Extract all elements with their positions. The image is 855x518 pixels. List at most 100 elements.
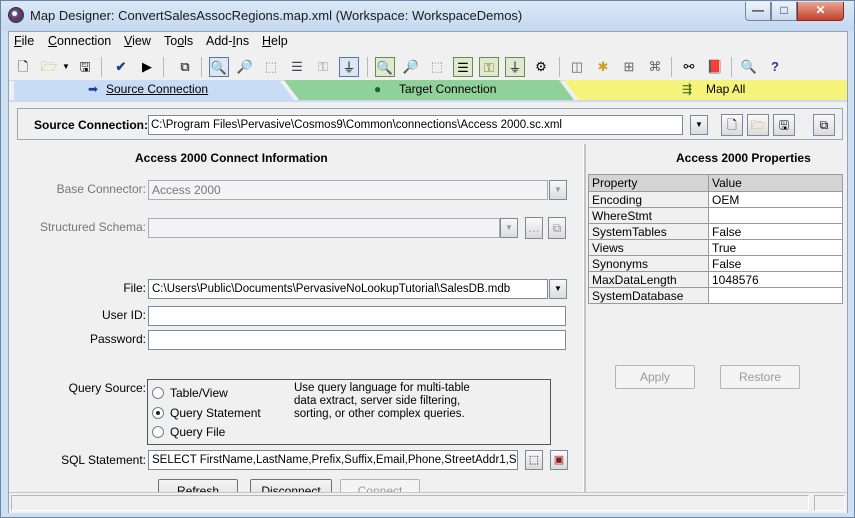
status-bar — [9, 492, 847, 512]
connection-tabs: ➡ Source Connection ● Target Connection … — [9, 80, 847, 100]
structured-schema-browse-button: … — [525, 217, 543, 239]
radio-query-statement[interactable]: Query Statement — [152, 406, 261, 420]
target-query-icon[interactable]: 🔍 — [375, 57, 395, 77]
file-path-field[interactable]: C:\Users\Public\Documents\PervasiveNoLoo… — [148, 279, 548, 299]
base-connector-field: Access 2000 — [148, 180, 548, 200]
dropdown-arrow-icon[interactable]: ▼ — [61, 57, 71, 77]
tab-source-label: Source Connection — [106, 82, 209, 96]
add-map-icon[interactable]: ✱ — [593, 57, 613, 77]
file-path-dropdown[interactable]: ▼ — [549, 279, 567, 299]
status-pane-side — [814, 495, 845, 511]
menu-file[interactable]: File — [14, 34, 34, 48]
book-icon[interactable]: 📕 — [705, 57, 725, 77]
structured-schema-field — [148, 218, 500, 238]
property-value[interactable]: False — [708, 255, 843, 272]
tab-source-connection[interactable]: ➡ Source Connection — [14, 80, 294, 100]
target-fields-icon[interactable]: ☰ — [453, 57, 473, 77]
source-connection-dropdown[interactable]: ▼ — [690, 115, 708, 135]
source-query-icon[interactable]: 🔍 — [209, 57, 229, 77]
property-value[interactable]: False — [708, 223, 843, 240]
sql-statement-field[interactable]: SELECT FirstName,LastName,Prefix,Suffix,… — [148, 450, 518, 470]
open-folder-icon[interactable]: 🗁 — [39, 57, 59, 77]
panel-divider[interactable] — [583, 144, 586, 510]
structured-schema-copy-icon: ⧉ — [548, 217, 566, 239]
grid-icon[interactable]: ⊞ — [619, 57, 639, 77]
user-id-field[interactable] — [148, 306, 566, 326]
source-schema-icon[interactable]: ⬚ — [261, 57, 281, 77]
source-connection-input[interactable]: C:\Program Files\Pervasive\Cosmos9\Commo… — [148, 115, 683, 135]
source-key-icon[interactable]: ⚿ — [313, 57, 333, 77]
property-name: Views — [588, 239, 709, 256]
toolbar-separator — [731, 57, 732, 77]
tab-map-all[interactable]: ⇶ Map All — [564, 80, 847, 100]
property-value[interactable]: True — [708, 239, 843, 256]
sql-statement-label: SQL Statement: — [61, 453, 146, 467]
table-row[interactable]: Encoding OEM — [588, 191, 843, 208]
search-icon[interactable]: 🔍 — [739, 57, 759, 77]
source-connection-panel: Source Connection: C:\Program Files\Perv… — [9, 100, 847, 513]
target-zoom-icon[interactable]: 🔎 — [401, 57, 421, 77]
table-row[interactable]: WhereStmt — [588, 207, 843, 224]
title-bar[interactable]: Map Designer: ConvertSalesAssocRegions.m… — [1, 1, 854, 31]
check-icon[interactable]: ✔ — [111, 57, 131, 77]
property-name: SystemDatabase — [588, 287, 709, 304]
radio-button-icon — [152, 426, 164, 438]
query-source-label: Query Source: — [68, 381, 146, 395]
menu-addins[interactable]: Add-Ins — [206, 34, 249, 48]
maximize-button[interactable]: □ — [771, 2, 797, 21]
property-value[interactable]: OEM — [708, 191, 843, 208]
table-row[interactable]: SystemTables False — [588, 223, 843, 240]
query-source-group: Table/View Query Statement Query File Us… — [147, 379, 551, 445]
menu-view[interactable]: View — [124, 34, 151, 48]
structured-schema-label: Structured Schema: — [39, 220, 146, 234]
layout-single-icon[interactable]: ◫ — [567, 57, 587, 77]
radio-query-file[interactable]: Query File — [152, 425, 225, 439]
close-button[interactable]: ✕ — [797, 2, 844, 21]
table-row[interactable]: Views True — [588, 239, 843, 256]
connection-properties-icon[interactable]: ⧉ — [813, 114, 835, 136]
properties-table: Property Value Encoding OEM WhereStmt Sys… — [588, 174, 843, 304]
new-connection-icon[interactable]: 🗋 — [721, 114, 743, 136]
arrow-right-icon: ➡ — [88, 82, 99, 96]
help-icon[interactable]: ? — [765, 57, 785, 77]
window-title: Map Designer: ConvertSalesAssocRegions.m… — [30, 8, 523, 23]
target-key-icon[interactable]: ⚿ — [479, 57, 499, 77]
new-document-icon[interactable]: 🗋 — [13, 57, 33, 77]
network-icon[interactable]: ⌘ — [645, 57, 665, 77]
user-id-label: User ID: — [101, 308, 146, 322]
menu-connection[interactable]: Connection — [48, 34, 111, 48]
table-row[interactable]: Synonyms False — [588, 255, 843, 272]
radio-table-view[interactable]: Table/View — [152, 386, 228, 400]
property-value[interactable]: 1048576 — [708, 271, 843, 288]
run-icon[interactable]: ▶ — [137, 57, 157, 77]
source-zoom-icon[interactable]: 🔎 — [235, 57, 255, 77]
app-window: Map Designer: ConvertSalesAssocRegions.m… — [0, 0, 855, 518]
save-connection-icon[interactable]: 🖫 — [773, 114, 795, 136]
source-fields-icon[interactable]: ☰ — [287, 57, 307, 77]
table-row[interactable]: SystemDatabase — [588, 287, 843, 304]
tab-target-label: Target Connection — [399, 82, 497, 96]
sql-query-builder-icon[interactable]: ▣ — [550, 450, 568, 470]
password-field[interactable] — [148, 330, 566, 350]
property-name: Encoding — [588, 191, 709, 208]
minimize-button[interactable]: — — [745, 2, 771, 21]
table-row[interactable]: MaxDataLength 1048576 — [588, 271, 843, 288]
source-connection-row: Source Connection: C:\Program Files\Perv… — [17, 108, 843, 140]
properties-icon[interactable]: ⧉ — [175, 57, 195, 77]
save-icon[interactable]: 🖫 — [75, 57, 95, 77]
binoculars-icon[interactable]: ⚯ — [679, 57, 699, 77]
open-connection-icon[interactable]: 🗁 — [747, 114, 769, 136]
menu-tools[interactable]: Tools — [164, 34, 193, 48]
target-settings-icon[interactable]: ⚙ — [531, 57, 551, 77]
menu-help[interactable]: Help — [262, 34, 288, 48]
tab-target-connection[interactable]: ● Target Connection — [284, 80, 574, 100]
source-filter-icon[interactable]: ⏚ — [339, 57, 359, 77]
sql-edit-icon[interactable]: ⬚ — [525, 450, 543, 470]
property-value[interactable] — [708, 287, 843, 304]
property-value[interactable] — [708, 207, 843, 224]
query-description: Use query language for multi-table data … — [294, 382, 470, 420]
target-schema-icon[interactable]: ⬚ — [427, 57, 447, 77]
connect-info-title: Access 2000 Connect Information — [135, 151, 328, 165]
target-filter-icon[interactable]: ⏚ — [505, 57, 525, 77]
property-name: SystemTables — [588, 223, 709, 240]
